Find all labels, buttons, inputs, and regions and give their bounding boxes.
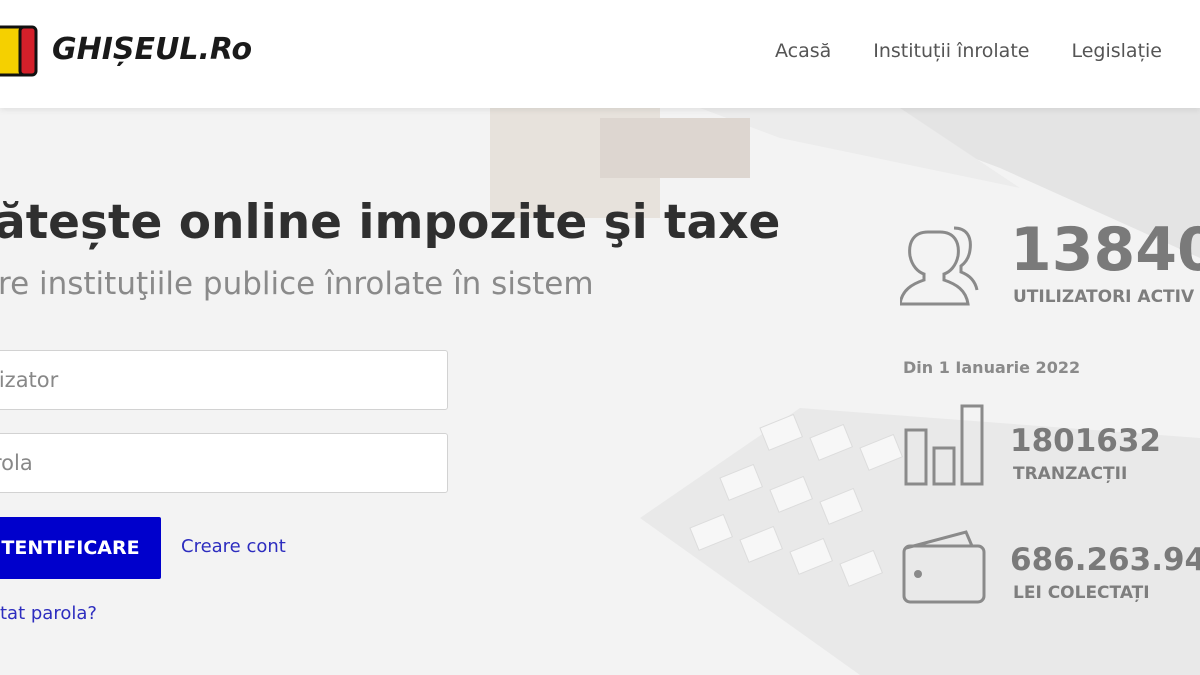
bar-chart-icon xyxy=(904,404,984,486)
stat-collected-label: LEI COLECTAȚI xyxy=(1013,583,1150,603)
users-icon xyxy=(900,226,979,306)
nav-item-institutii[interactable]: Instituții înrolate xyxy=(873,40,1029,62)
stats-since-date: Din 1 Ianuarie 2022 xyxy=(903,358,1081,377)
site-header: GHIȘEUL.Ro Acasă Instituții înrolate Leg… xyxy=(0,0,1200,108)
nav-item-legislatie[interactable]: Legislație xyxy=(1071,40,1162,62)
logo-text[interactable]: GHIȘEUL.Ro xyxy=(52,32,252,67)
stat-transactions-label: TRANZACȚII xyxy=(1013,464,1128,484)
hero-subheadline: re instituţiile publice înrolate în sist… xyxy=(0,266,594,302)
logo-flag-icon[interactable] xyxy=(0,25,38,77)
stat-users-label: UTILIZATORI ACTIV xyxy=(1013,287,1195,307)
password-input[interactable] xyxy=(0,433,448,493)
nav-item-acasa[interactable]: Acasă xyxy=(775,40,831,62)
username-input[interactable] xyxy=(0,350,448,410)
hero-headline: ătește online impozite şi taxe xyxy=(0,195,781,250)
create-account-link[interactable]: Creare cont xyxy=(181,536,286,557)
login-button[interactable]: UTENTIFICARE xyxy=(0,517,161,579)
wallet-icon xyxy=(902,530,986,604)
stat-transactions-value: 1801632 xyxy=(1010,423,1161,459)
stat-collected-value: 686.263.948, xyxy=(1010,542,1200,578)
stat-users-value: 13840 xyxy=(1010,215,1200,285)
forgot-password-link[interactable]: tat parola? xyxy=(0,603,97,624)
main-nav: Acasă Instituții înrolate Legislație xyxy=(775,40,1162,62)
